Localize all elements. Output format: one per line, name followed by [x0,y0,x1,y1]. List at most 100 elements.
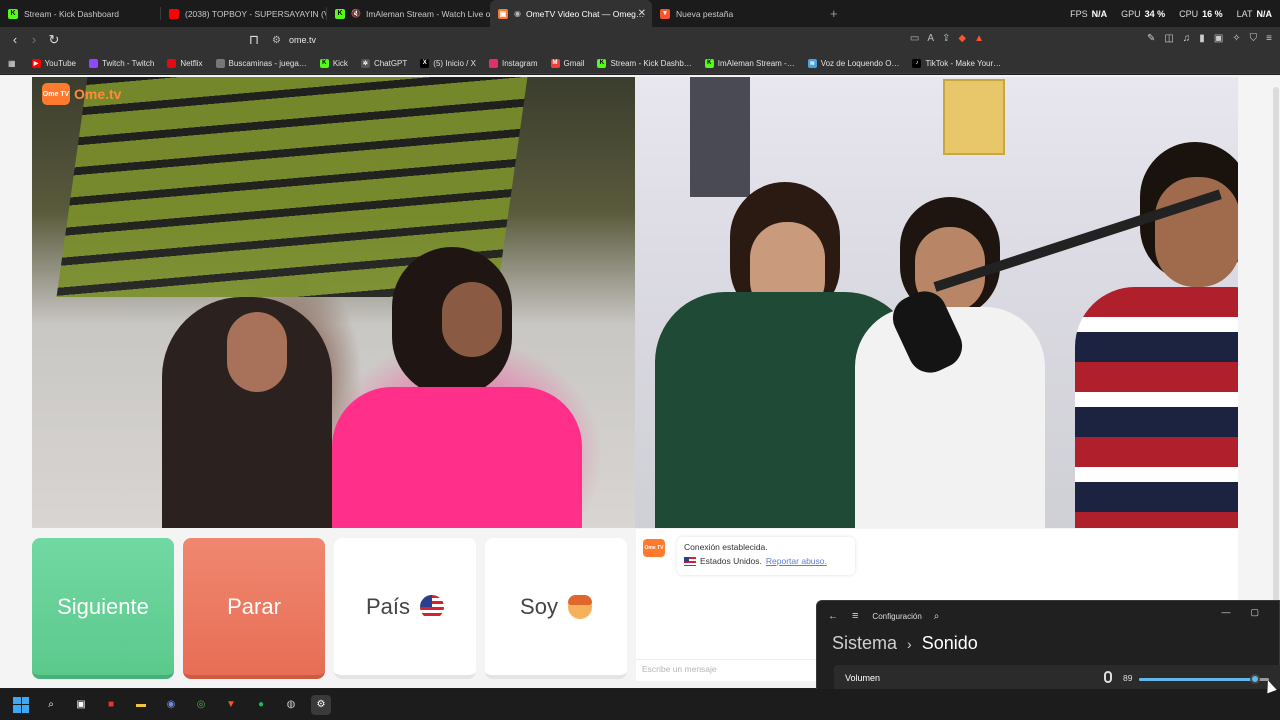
instagram-icon [488,58,498,68]
tab-ometv[interactable]: ▣ ◉ OmeTV Video Chat — Omeg… ✕ [490,0,652,27]
stop-button-label: Parar [227,593,281,619]
bookmark-label: Netflix [180,58,203,68]
share-icon[interactable]: ⇪ [942,33,950,44]
brave-icon[interactable]: ▼ [221,695,241,715]
bookmark-kick[interactable]: K Kick [319,58,348,68]
stop-button[interactable]: Parar [183,538,325,679]
screenshot-icon[interactable]: ◫ [1164,33,1173,44]
brave-shields-icon[interactable]: ◆ [958,33,966,44]
chrome-icon[interactable]: ◎ [191,695,211,715]
page-scrollbar[interactable] [1273,87,1279,607]
bookmark-tiktok[interactable]: ♪ TikTok - Make Your… [912,58,1001,68]
ometv-page: Ome TV Ome.tv Siguiente Parar País Soy O… [0,75,1280,688]
search-icon[interactable]: ⌕ [41,695,61,715]
screen-cast-icon[interactable]: ▭ [910,33,919,44]
bookmark-kick-dashboard[interactable]: K Stream - Kick Dashb… [597,58,692,68]
bookmark-imaleman[interactable]: K ImAleman Stream -… [704,58,795,68]
tab-title: Stream - Kick Dashboard [24,8,119,19]
red-app-icon[interactable]: ■ [101,695,121,715]
menu-icon[interactable]: ≡ [1266,33,1272,44]
kick-icon: K [704,58,714,68]
bookmarks-bar: ▦ ▶ YouTube Twitch - Twitch Netflix Busca… [0,53,1280,74]
bookmark-icon[interactable]: ⊓ [245,31,263,49]
windows-start-icon[interactable] [11,695,31,715]
url-text[interactable]: ome.tv [289,35,316,45]
tab-new-tab[interactable]: ▼ Nueva pestaña [652,0,812,27]
address-bar[interactable]: ⚙ ome.tv ▭ A ⇪ ◆ ▲ [268,30,990,50]
bookmark-label: Instagram [501,58,538,68]
bookmark-buscaminas[interactable]: Buscaminas - juega… [215,58,307,68]
minimize-icon[interactable]: — [1221,607,1230,618]
ometv-logo: Ome TV Ome.tv [42,83,121,105]
gpu-label: GPU [1121,8,1141,19]
toolbar-right: ✎ ◫ ♫ ▮ ▣ ✧ ⛉ ≡ [1147,33,1272,44]
bookmark-instagram[interactable]: Instagram [488,58,538,68]
breadcrumb-system[interactable]: Sistema [832,633,897,654]
video-person-face [227,312,287,392]
discord-icon[interactable]: ◉ [161,695,181,715]
chatgpt-icon: ✲ [360,58,370,68]
sidebar-icon[interactable]: ▮ [1199,33,1205,44]
back-arrow-icon[interactable]: ← [828,611,838,622]
kick-icon: K [597,58,607,68]
tab-strip: K Stream - Kick Dashboard (2038) TOPBOY … [0,0,1280,27]
leo-ai-icon[interactable]: ✧ [1232,33,1240,44]
bookmark-x[interactable]: X (5) Inicio / X [420,58,476,68]
bookmark-label: Gmail [563,58,585,68]
gmail-icon: M [550,58,560,68]
connection-status: Conexión establecida. [684,542,768,552]
microphone-icon[interactable] [1104,671,1112,683]
tab-title: OmeTV Video Chat — Omeg… [525,8,645,19]
tab-imaleman-stream[interactable]: K 🔇 ImAleman Stream - Watch Live o… [327,0,490,27]
chat-message-input[interactable]: Escribe un mensaje [636,659,816,679]
speaker-muted-icon[interactable]: 🔇 [351,9,361,18]
spotify-icon[interactable]: ● [251,695,271,715]
new-tab-button[interactable]: + [830,0,838,27]
task-view-icon[interactable]: ▣ [71,695,91,715]
bookmark-loquendo[interactable]: ≋ Voz de Loquendo O… [807,58,900,68]
bookmark-netflix[interactable]: Netflix [167,58,203,68]
hamburger-menu-icon[interactable]: ≡ [852,610,858,622]
extension-icon[interactable]: ✎ [1147,33,1155,44]
bookmark-twitch[interactable]: Twitch - Twitch [89,58,154,68]
search-icon[interactable]: ⌕ [934,611,940,622]
file-explorer-icon[interactable]: ▬ [131,695,151,715]
close-tab-icon[interactable]: ✕ [638,8,646,19]
lat-label: LAT [1236,8,1253,19]
reload-icon[interactable]: ↻ [45,31,63,49]
wallet-icon[interactable]: ▣ [1214,33,1223,44]
country-button[interactable]: País [334,538,476,679]
partner-country: Estados Unidos. [700,556,762,566]
obs-icon[interactable]: ◍ [281,695,301,715]
tab-youtube[interactable]: (2038) TOPBOY - SUPERSAYAYIN (Vi… [161,0,326,27]
bookmark-label: Kick [332,58,348,68]
maximize-icon[interactable]: ▢ [1250,607,1259,618]
settings-window: ← ≡ Configuración ⌕ — ▢ Sistema › Sonido… [816,600,1280,700]
bookmark-gmail[interactable]: M Gmail [550,58,585,68]
bookmark-label: (5) Inicio / X [433,58,476,68]
tab-kick-dashboard[interactable]: K Stream - Kick Dashboard [0,0,160,27]
music-icon[interactable]: ♫ [1183,33,1191,44]
us-flag-icon [420,594,445,619]
settings-gear-icon[interactable]: ⚙ [311,694,331,715]
site-settings-icon[interactable]: ⚙ [272,35,281,46]
next-button[interactable]: Siguiente [32,538,174,679]
translate-icon[interactable]: A [927,33,934,44]
audio-icon: ≋ [807,58,817,68]
bookmark-label: Voz de Loquendo O… [820,58,900,68]
bookmark-chatgpt[interactable]: ✲ ChatGPT [360,58,407,68]
forward-icon[interactable]: › [25,31,43,49]
tab-title: Nueva pestaña [676,8,734,19]
apps-grid-icon[interactable]: ▦ [8,59,16,68]
volume-slider-thumb[interactable] [1249,674,1260,684]
brave-rewards-icon[interactable]: ▲ [974,33,984,44]
bookmark-youtube[interactable]: ▶ YouTube [31,58,76,68]
video-person-shirt [1075,287,1238,528]
gender-button[interactable]: Soy [485,538,627,679]
vpn-icon[interactable]: ⛉ [1250,33,1258,44]
volume-slider[interactable] [1139,674,1269,684]
report-abuse-link[interactable]: Reportar abuso. [766,556,827,566]
video-person-shirt [332,387,582,528]
back-icon[interactable]: ‹ [6,31,24,49]
country-button-label: País [365,593,411,619]
